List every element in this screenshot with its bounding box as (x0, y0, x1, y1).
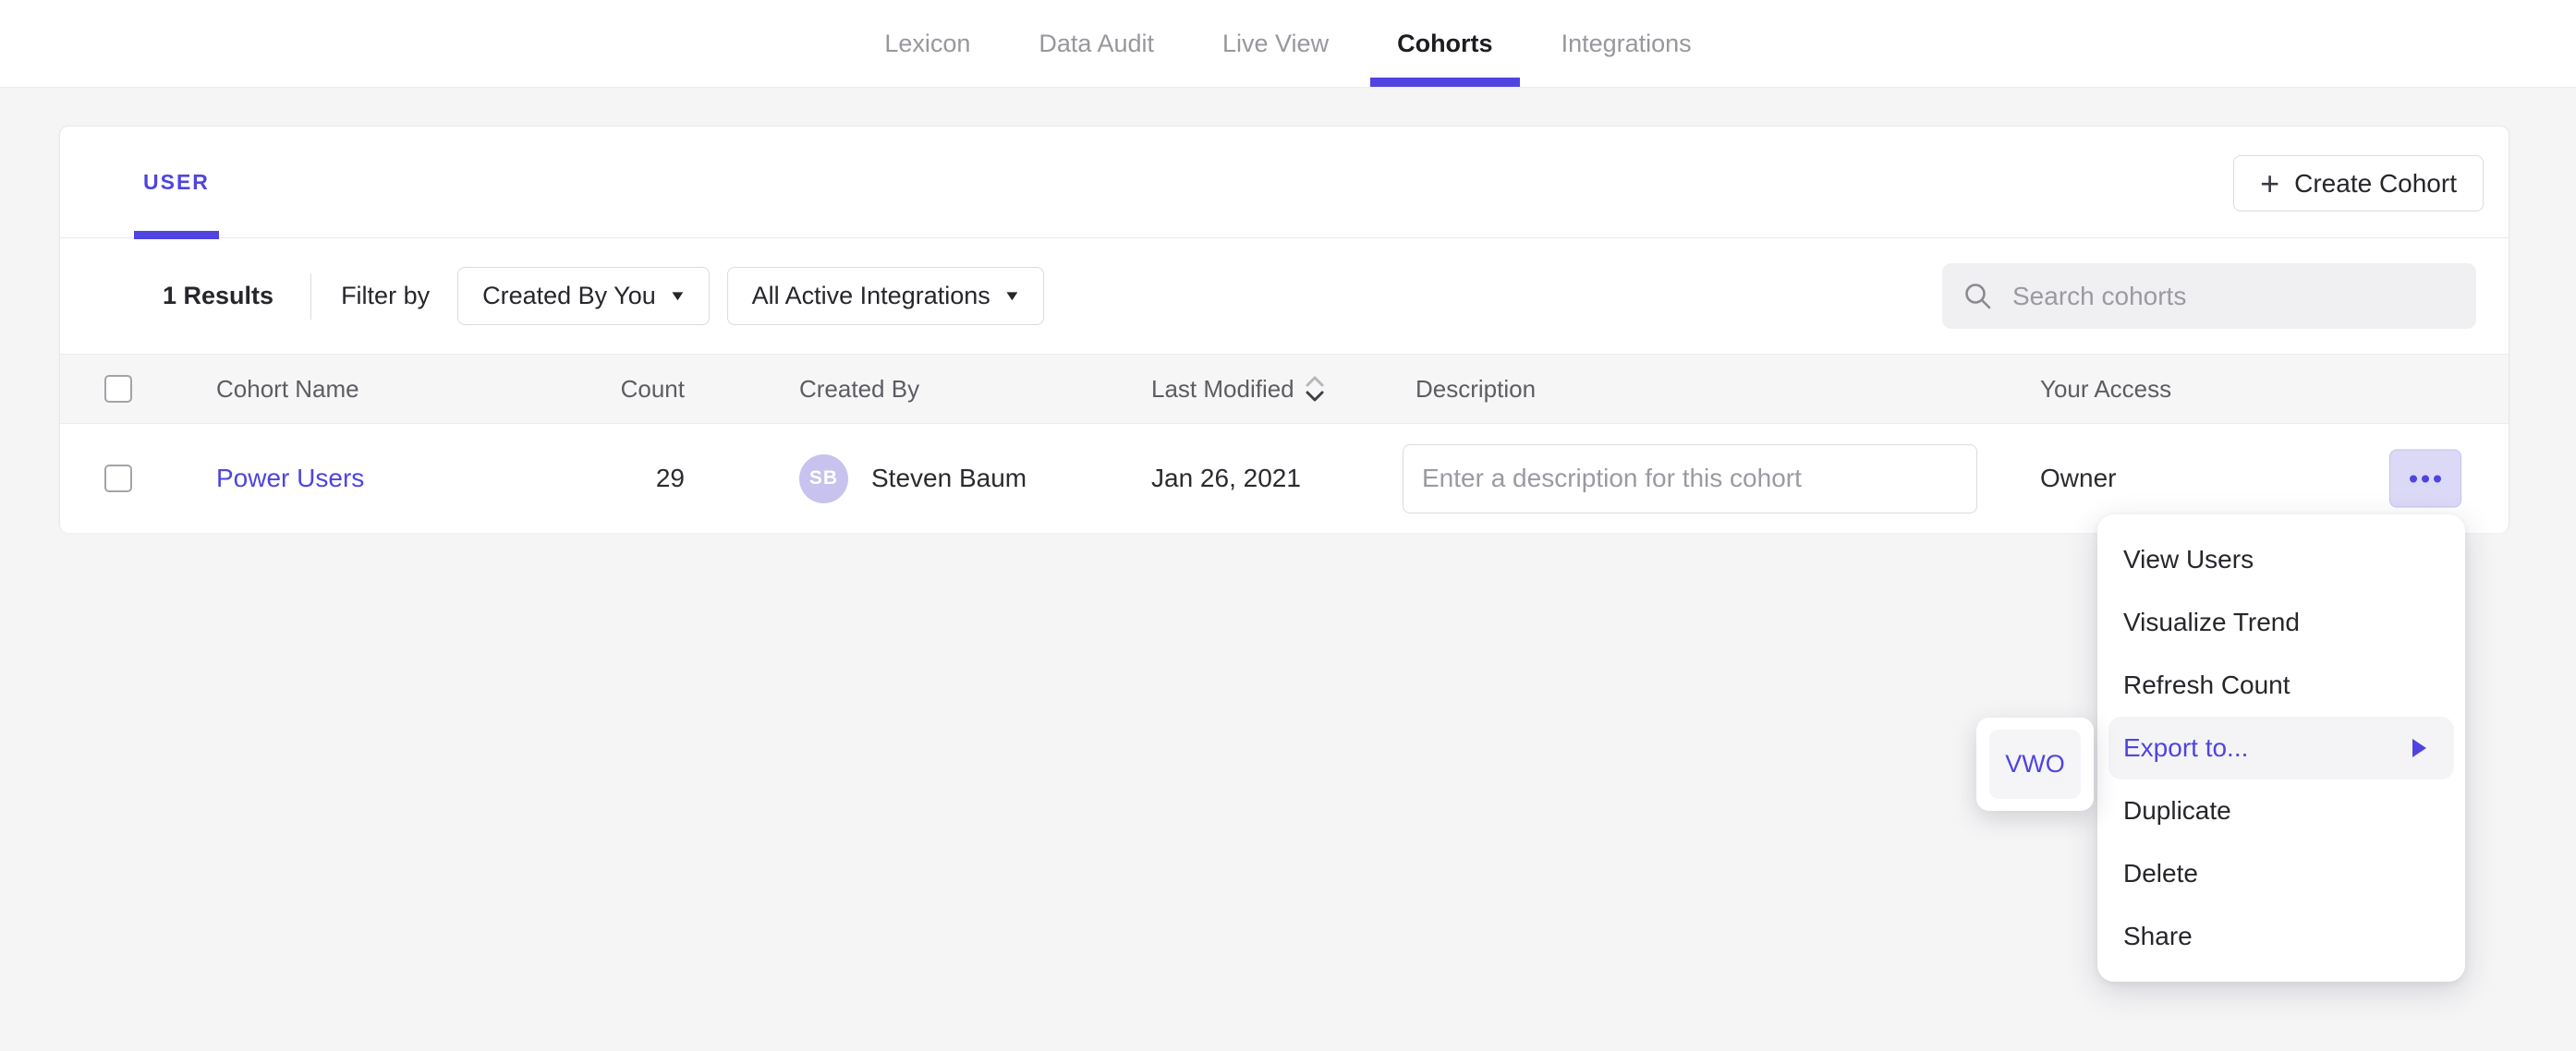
menu-item-duplicate[interactable]: Duplicate (2097, 779, 2465, 842)
create-cohort-label: Create Cohort (2294, 169, 2457, 199)
search-cohorts-box[interactable] (1942, 263, 2476, 329)
filter-by-label: Filter by (341, 282, 430, 310)
more-options-button[interactable] (2389, 450, 2461, 508)
tab-cohorts[interactable]: Cohorts (1363, 0, 1527, 87)
menu-item-share[interactable]: Share (2097, 905, 2465, 968)
export-submenu: VWO (1976, 718, 2094, 811)
create-cohort-button[interactable]: + Create Cohort (2233, 155, 2484, 211)
cohort-context-menu: View Users Visualize Trend Refresh Count… (2097, 514, 2465, 982)
tab-label: Lexicon (884, 30, 970, 58)
row-checkbox-cell (60, 465, 216, 492)
caret-down-icon: ▼ (668, 288, 687, 304)
results-count: 1 Results (163, 282, 273, 310)
tab-label: Integrations (1561, 30, 1692, 58)
menu-item-export-to[interactable]: Export to... (2108, 717, 2454, 779)
plus-icon: + (2260, 167, 2279, 200)
integrations-dropdown[interactable]: All Active Integrations ▼ (727, 267, 1044, 325)
tab-data-audit[interactable]: Data Audit (1004, 0, 1188, 87)
filter-row: 1 Results Filter by Created By You ▼ All… (60, 238, 2509, 354)
header-last-modified[interactable]: Last Modified (1151, 373, 1403, 405)
row-checkbox[interactable] (104, 465, 132, 492)
cohort-name-cell: Power Users (216, 464, 614, 493)
caret-down-icon: ▼ (1002, 288, 1021, 304)
menu-item-view-users[interactable]: View Users (2097, 528, 2465, 591)
description-cell (1403, 444, 2040, 513)
select-all-checkbox[interactable] (104, 375, 132, 403)
created-by-dropdown[interactable]: Created By You ▼ (457, 267, 710, 325)
created-by-name: Steven Baum (871, 464, 1027, 493)
tab-lexicon[interactable]: Lexicon (850, 0, 1004, 87)
your-access-cell: Owner (2040, 464, 2509, 493)
last-modified-date: Jan 26, 2021 (1151, 464, 1301, 493)
cohort-count: 29 (614, 464, 685, 493)
tab-integrations[interactable]: Integrations (1527, 0, 1726, 87)
vertical-divider (310, 273, 311, 320)
submenu-arrow-icon (2412, 739, 2426, 757)
header-created-by[interactable]: Created By (685, 375, 1151, 404)
sort-icon[interactable] (1304, 373, 1326, 405)
search-icon (1962, 281, 1994, 312)
user-tab-label: USER (143, 170, 210, 195)
tab-label: Cohorts (1397, 30, 1493, 58)
top-navigation: Lexicon Data Audit Live View Cohorts Int… (0, 0, 2576, 88)
tab-live-view[interactable]: Live View (1188, 0, 1363, 87)
table-header: Cohort Name Count Created By Last Modifi… (60, 354, 2509, 424)
header-checkbox-cell (60, 375, 216, 403)
more-options-icon (2410, 475, 2417, 482)
export-to-label: Export to... (2123, 733, 2248, 763)
export-option-vwo[interactable]: VWO (1989, 730, 2081, 799)
search-cohorts-input[interactable] (2012, 282, 2456, 311)
header-count[interactable]: Count (614, 375, 685, 404)
tab-label: Live View (1222, 30, 1329, 58)
header-description: Description (1403, 375, 2040, 404)
integrations-dropdown-label: All Active Integrations (752, 282, 990, 310)
menu-item-visualize-trend[interactable]: Visualize Trend (2097, 591, 2465, 654)
cohorts-card: USER + Create Cohort 1 Results Filter by… (59, 126, 2509, 532)
created-by-dropdown-label: Created By You (482, 282, 656, 310)
cohort-name-link[interactable]: Power Users (216, 464, 364, 492)
description-input[interactable] (1403, 444, 1977, 513)
tab-user-cohorts[interactable]: USER (134, 127, 219, 238)
access-value: Owner (2040, 464, 2116, 493)
cohort-type-tabbar: USER + Create Cohort (60, 127, 2509, 238)
header-cohort-name[interactable]: Cohort Name (216, 375, 614, 404)
tab-label: Data Audit (1039, 30, 1154, 58)
avatar: SB (799, 454, 848, 503)
header-your-access: Your Access (2040, 375, 2509, 404)
last-modified-cell: Jan 26, 2021 (1151, 464, 1403, 493)
header-last-modified-label: Last Modified (1151, 375, 1294, 404)
active-tab-underline (1370, 78, 1520, 87)
menu-item-delete[interactable]: Delete (2097, 842, 2465, 905)
created-by-cell: SB Steven Baum (685, 454, 1151, 503)
menu-item-refresh-count[interactable]: Refresh Count (2097, 654, 2465, 717)
